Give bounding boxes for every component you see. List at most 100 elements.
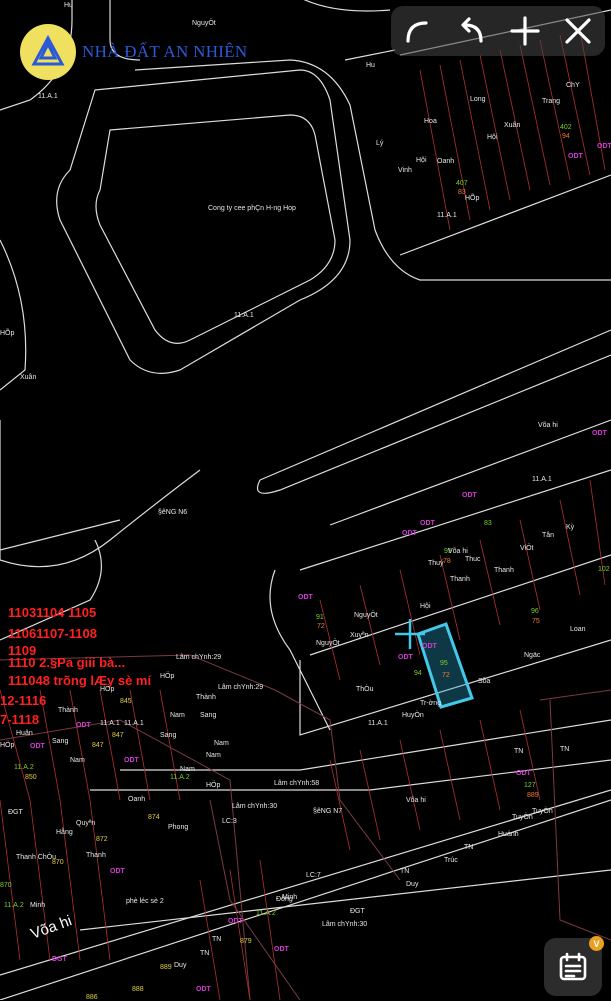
map-code: ODT bbox=[592, 430, 607, 437]
map-number: 72 bbox=[442, 672, 450, 679]
close-button[interactable] bbox=[556, 9, 600, 53]
parcel-boundary bbox=[0, 655, 400, 880]
map-label: ThÒu bbox=[356, 686, 374, 693]
map-number: 75 bbox=[532, 618, 540, 625]
road-outline bbox=[57, 70, 350, 373]
map-code: ODT bbox=[422, 643, 437, 650]
map-number: 407 bbox=[456, 180, 468, 187]
map-label: TuyÒn bbox=[532, 808, 553, 815]
map-code: 11.A.2 bbox=[14, 764, 34, 771]
logo-icon bbox=[20, 24, 76, 80]
map-code: 11.A.2 bbox=[4, 902, 24, 909]
map-code: 11.A.2 bbox=[170, 774, 190, 781]
map-number: 78 bbox=[443, 558, 451, 565]
map-label: Minh bbox=[30, 902, 45, 909]
red-note: 7-1118 bbox=[0, 713, 39, 726]
map-code: 11.A.2 bbox=[256, 910, 276, 917]
map-label: Quyªn bbox=[76, 820, 95, 827]
map-label: Trúc bbox=[444, 857, 458, 864]
calendar-note-icon bbox=[557, 951, 589, 983]
map-code: ODT bbox=[398, 654, 413, 661]
map-label: Xuân bbox=[504, 122, 520, 129]
map-code: ODT bbox=[228, 918, 243, 925]
map-code: ODT bbox=[76, 722, 91, 729]
map-label: Xuyªn bbox=[350, 632, 369, 639]
map-label: TuyÒn bbox=[512, 814, 533, 821]
map-label: ViÖt bbox=[520, 545, 534, 552]
map-label: Sồa bbox=[478, 678, 490, 685]
map-label: Xuân bbox=[20, 374, 36, 381]
map-code: ODT bbox=[110, 868, 125, 875]
road-outline bbox=[0, 420, 200, 567]
map-label: Thuc bbox=[465, 556, 481, 563]
map-number: 83 bbox=[484, 520, 492, 527]
map-label: NguyÖt bbox=[192, 20, 216, 27]
map-number: 847 bbox=[92, 742, 104, 749]
plus-icon bbox=[509, 15, 541, 47]
map-label: Hu bbox=[366, 62, 375, 69]
cad-map-canvas[interactable] bbox=[0, 0, 611, 1000]
map-label: Ngäc bbox=[524, 652, 540, 659]
map-code: ODT bbox=[402, 530, 417, 537]
add-button[interactable] bbox=[503, 9, 547, 53]
map-label: Huánh bbox=[498, 831, 519, 838]
map-label: Lâm chYnh:58 bbox=[274, 780, 319, 787]
map-label: HÕp bbox=[0, 330, 14, 337]
map-number: 888 bbox=[132, 986, 144, 993]
map-code: ODT bbox=[568, 153, 583, 160]
logo: NHÀ ĐẤT AN NHIÊN bbox=[20, 24, 248, 80]
map-number: 847 bbox=[112, 732, 124, 739]
map-label: Lâm chYnh:29 bbox=[218, 684, 263, 691]
map-label: Lâm chYnh:30 bbox=[322, 921, 367, 928]
street-label: Võa hi bbox=[538, 422, 558, 429]
map-label: Huân bbox=[16, 730, 33, 737]
map-label: Lý bbox=[376, 140, 383, 147]
map-label: Sang bbox=[160, 732, 176, 739]
map-label: TN bbox=[400, 868, 409, 875]
map-number: 874 bbox=[148, 814, 160, 821]
map-label: Nam bbox=[70, 757, 85, 764]
map-code: ODT bbox=[298, 594, 313, 601]
map-label: Thanh bbox=[494, 567, 514, 574]
map-label: Kỳ bbox=[566, 524, 574, 531]
map-label: HÕp bbox=[465, 195, 479, 202]
map-label: 11.A.1 bbox=[38, 93, 58, 100]
map-code: 11.A.1 bbox=[124, 720, 144, 727]
road-outline bbox=[0, 240, 26, 390]
map-label: Hội bbox=[420, 603, 431, 610]
map-label: Loan bbox=[570, 626, 586, 633]
map-code: ODT bbox=[597, 143, 611, 150]
undo-button[interactable] bbox=[449, 9, 493, 53]
map-number: 95 bbox=[440, 660, 448, 667]
map-label: Lâm chYnh:29 bbox=[176, 654, 221, 661]
logo-text: NHÀ ĐẤT AN NHIÊN bbox=[82, 42, 248, 62]
map-label: Hội bbox=[416, 157, 427, 164]
road-outline bbox=[400, 175, 611, 255]
map-code: ODT bbox=[462, 492, 477, 499]
map-code: ODT bbox=[420, 520, 435, 527]
map-label: Thành bbox=[196, 694, 216, 701]
map-label: Duy bbox=[406, 881, 418, 888]
red-note: 111048 trõng lÆy sè mí bbox=[8, 674, 151, 687]
map-label: NguyÖt bbox=[354, 612, 378, 619]
red-note: 12-1116 bbox=[0, 694, 46, 707]
map-label: HÖp bbox=[0, 742, 14, 749]
map-label: Thanh ChÒu bbox=[16, 854, 56, 861]
map-label: Đông bbox=[276, 896, 293, 903]
map-label: Hu bbox=[64, 2, 73, 9]
map-number: 872 bbox=[96, 836, 108, 843]
map-label: TN bbox=[200, 950, 209, 957]
map-label: Sang bbox=[200, 712, 216, 719]
map-label: Thanh bbox=[450, 576, 470, 583]
map-code: 11.A.1 bbox=[234, 312, 254, 319]
map-toolbar bbox=[391, 6, 605, 56]
map-code: ODT bbox=[274, 946, 289, 953]
map-code: ODT bbox=[516, 770, 531, 777]
redo-button[interactable] bbox=[396, 9, 440, 53]
map-label: Nam bbox=[206, 752, 221, 759]
map-label: NguyÖt bbox=[316, 640, 340, 647]
notes-button[interactable]: V bbox=[544, 938, 602, 996]
map-label: Hoa bbox=[424, 118, 437, 125]
road-outline bbox=[260, 330, 611, 480]
notes-badge: V bbox=[589, 936, 604, 951]
